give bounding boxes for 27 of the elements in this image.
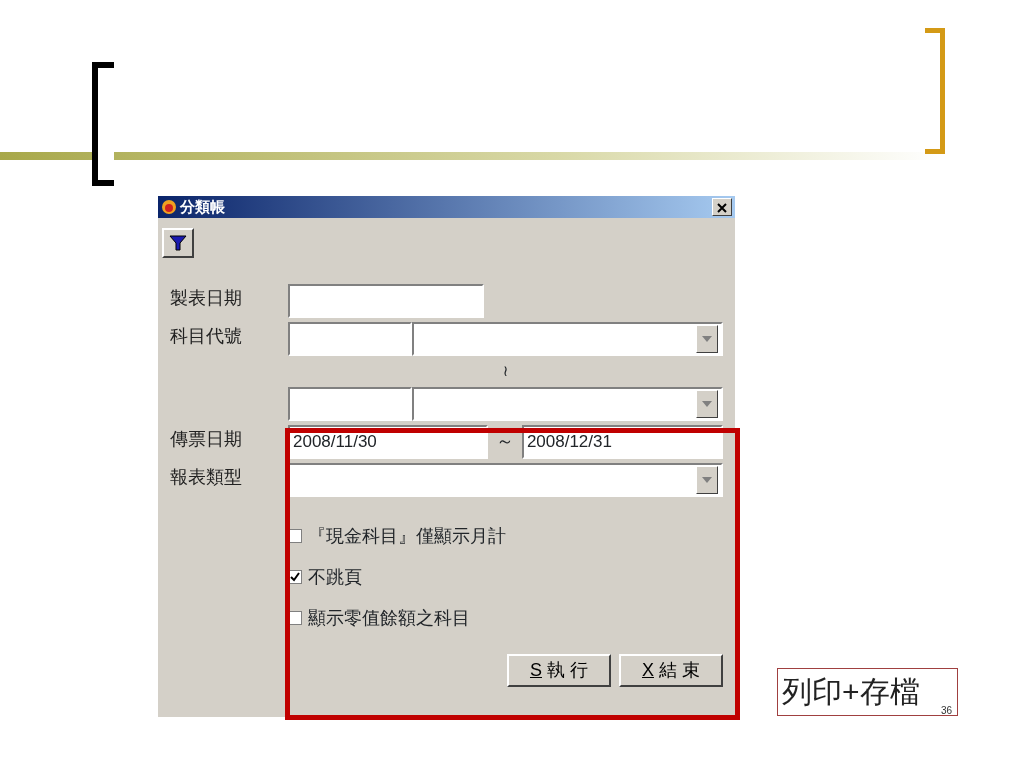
field-label: 科目代號 [170, 325, 243, 348]
page-number: 36 [941, 704, 953, 718]
field-label: 報表類型 [170, 465, 243, 489]
dropdown-arrow-icon [702, 400, 712, 407]
dropdown-arrow-icon [702, 476, 712, 483]
code-field[interactable] [288, 322, 412, 356]
range-mark: ≀ [502, 362, 509, 379]
field-label: 傳票日期 [170, 427, 243, 451]
action-button[interactable]: X 結 束 [619, 653, 723, 687]
account-dropdown[interactable] [412, 322, 723, 356]
field-label: 製表日期 [170, 287, 243, 310]
window-title: 分類帳 [180, 196, 225, 217]
date-field[interactable] [288, 284, 484, 318]
option-label: 顯示零值餘額之科目 [308, 606, 470, 630]
account-dropdown[interactable] [412, 386, 723, 421]
dropdown-arrow-icon [702, 336, 712, 342]
option-label: 『現金科目』僅顯示月計 [308, 524, 506, 548]
range-separator: ～ [495, 430, 514, 453]
option-label: 不跳頁 [308, 565, 362, 589]
app-icon [161, 199, 177, 215]
close-icon [717, 203, 727, 214]
close-button[interactable] [712, 198, 732, 216]
action-button[interactable]: S 執 行 [507, 653, 611, 687]
filter-button[interactable] [162, 228, 194, 258]
filter-icon [169, 235, 187, 251]
code-field[interactable] [288, 386, 412, 421]
report-type-dropdown[interactable] [288, 462, 723, 497]
